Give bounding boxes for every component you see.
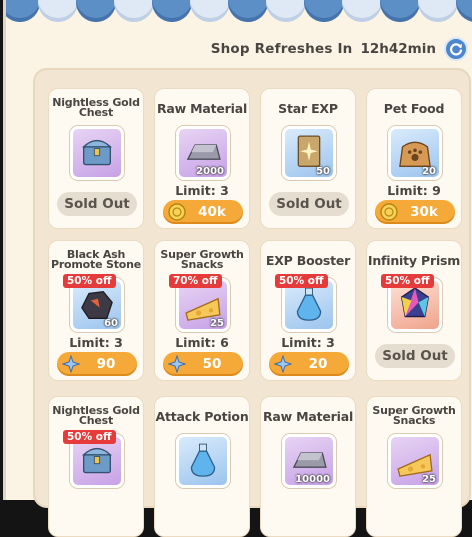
awning-scallop — [304, 0, 344, 22]
buy-button[interactable]: 50 — [163, 352, 243, 376]
refresh-row: Shop Refreshes In 12h42min — [210, 37, 468, 61]
buy-button[interactable]: 30k — [375, 200, 455, 224]
item-name: Super Growth Snacks — [372, 403, 456, 427]
awning-scallop — [6, 0, 40, 22]
item-name: Star EXP — [278, 100, 338, 116]
purchase-limit: Limit: 3 — [175, 183, 229, 198]
purchase-limit: Limit: 3 — [281, 335, 335, 350]
discount-badge: 50% off — [63, 430, 116, 444]
awning-scallop — [418, 0, 458, 22]
star-gem-icon — [62, 355, 80, 373]
item-quantity: 60 — [104, 318, 118, 329]
item-quantity: 10000 — [295, 474, 330, 485]
item-icon-frame: 2000 — [176, 126, 230, 180]
purchase-limit: Limit: 6 — [175, 335, 229, 350]
price-amount: 50 — [202, 356, 222, 372]
item-icon-frame — [70, 126, 124, 180]
item-name: Super Growth Snacks — [160, 247, 244, 271]
shop-item-card[interactable]: EXP Booster 50% off Limit: 3 20 — [260, 240, 356, 381]
price-amount: 40k — [198, 204, 226, 220]
item-name: EXP Booster — [265, 252, 351, 268]
item-name: Nightless Gold Chest — [52, 95, 140, 119]
awning-scallop — [380, 0, 420, 22]
sold-out-button: Sold Out — [57, 192, 137, 216]
gold-coin-icon — [380, 203, 398, 221]
star-gem-icon — [168, 355, 186, 373]
potion-icon — [296, 287, 322, 321]
shop-item-card[interactable]: Raw Material 2000 Limit: 3 40k — [154, 88, 250, 229]
item-icon-frame: 50 — [282, 126, 336, 180]
shop-item-card[interactable]: Infinity Prism 50% off Sold Out — [366, 240, 462, 381]
item-name: Infinity Prism — [367, 252, 461, 268]
refresh-icon — [450, 43, 463, 56]
item-quantity: 25 — [422, 474, 436, 485]
shop-item-card[interactable]: Black Ash Promote Stone 60 50% off Limit: 3… — [48, 240, 144, 381]
discount-badge: 70% off — [169, 274, 222, 288]
refresh-label: Shop Refreshes In — [210, 41, 353, 57]
refresh-button[interactable] — [444, 37, 468, 61]
item-grid: Nightless Gold Chest Sold Out Raw Material… — [33, 68, 471, 537]
item-icon-frame: 25 — [388, 434, 442, 488]
item-quantity: 25 — [210, 318, 224, 329]
item-name: Nightless Gold Chest — [52, 403, 140, 427]
purchase-limit: Limit: 3 — [69, 335, 123, 350]
shop-item-card[interactable]: Super Growth Snacks 25 70% off Limit: 6 50 — [154, 240, 250, 381]
awning-scallop — [76, 0, 116, 22]
potion-icon — [190, 443, 216, 477]
awning-scallop — [114, 0, 154, 22]
shop-item-card[interactable]: Nightless Gold Chest Sold Out — [48, 88, 144, 229]
awning-scallop — [456, 0, 472, 22]
prism-icon — [400, 287, 430, 318]
awning-scallop — [190, 0, 230, 22]
price-amount: 90 — [96, 356, 116, 372]
awning-scallop — [342, 0, 382, 22]
shop-awning — [6, 0, 472, 26]
item-name: Raw Material — [262, 408, 354, 424]
sold-out-button: Sold Out — [269, 192, 349, 216]
shop-item-card[interactable]: Raw Material 10000 — [260, 396, 356, 537]
sold-out-button: Sold Out — [375, 344, 455, 368]
shop-item-card[interactable]: Super Growth Snacks 25 — [366, 396, 462, 537]
awning-scallop — [266, 0, 306, 22]
star-gem-icon — [274, 355, 292, 373]
awning-scallop — [152, 0, 192, 22]
item-quantity: 20 — [422, 166, 436, 177]
item-name: Black Ash Promote Stone — [50, 247, 142, 271]
chest-icon — [81, 447, 113, 474]
price-amount: 20 — [308, 356, 328, 372]
discount-badge: 50% off — [63, 274, 116, 288]
buy-button[interactable]: 90 — [57, 352, 137, 376]
purchase-limit: Limit: 9 — [387, 183, 441, 198]
item-quantity: 50 — [316, 166, 330, 177]
shop-item-card[interactable]: Pet Food 20 Limit: 9 30k — [366, 88, 462, 229]
buy-button[interactable]: 40k — [163, 200, 243, 224]
price-amount: 30k — [410, 204, 438, 220]
gold-coin-icon — [168, 203, 186, 221]
chest-icon — [81, 139, 113, 166]
item-icon-frame — [176, 434, 230, 488]
shop-item-card[interactable]: Star EXP 50 Sold Out — [260, 88, 356, 229]
item-name: Raw Material — [156, 100, 248, 116]
shop-item-card[interactable]: Attack Potion — [154, 396, 250, 537]
awning-scallop — [228, 0, 268, 22]
item-icon-frame: 20 — [388, 126, 442, 180]
item-icon-frame: 10000 — [282, 434, 336, 488]
awning-scallop — [38, 0, 78, 22]
discount-badge: 50% off — [381, 274, 434, 288]
item-name: Attack Potion — [155, 408, 249, 424]
discount-badge: 50% off — [275, 274, 328, 288]
refresh-timer: 12h42min — [360, 41, 437, 57]
item-name: Pet Food — [383, 100, 445, 116]
item-quantity: 2000 — [196, 166, 224, 177]
shop-item-card[interactable]: Nightless Gold Chest 50% off — [48, 396, 144, 537]
buy-button[interactable]: 20 — [269, 352, 349, 376]
